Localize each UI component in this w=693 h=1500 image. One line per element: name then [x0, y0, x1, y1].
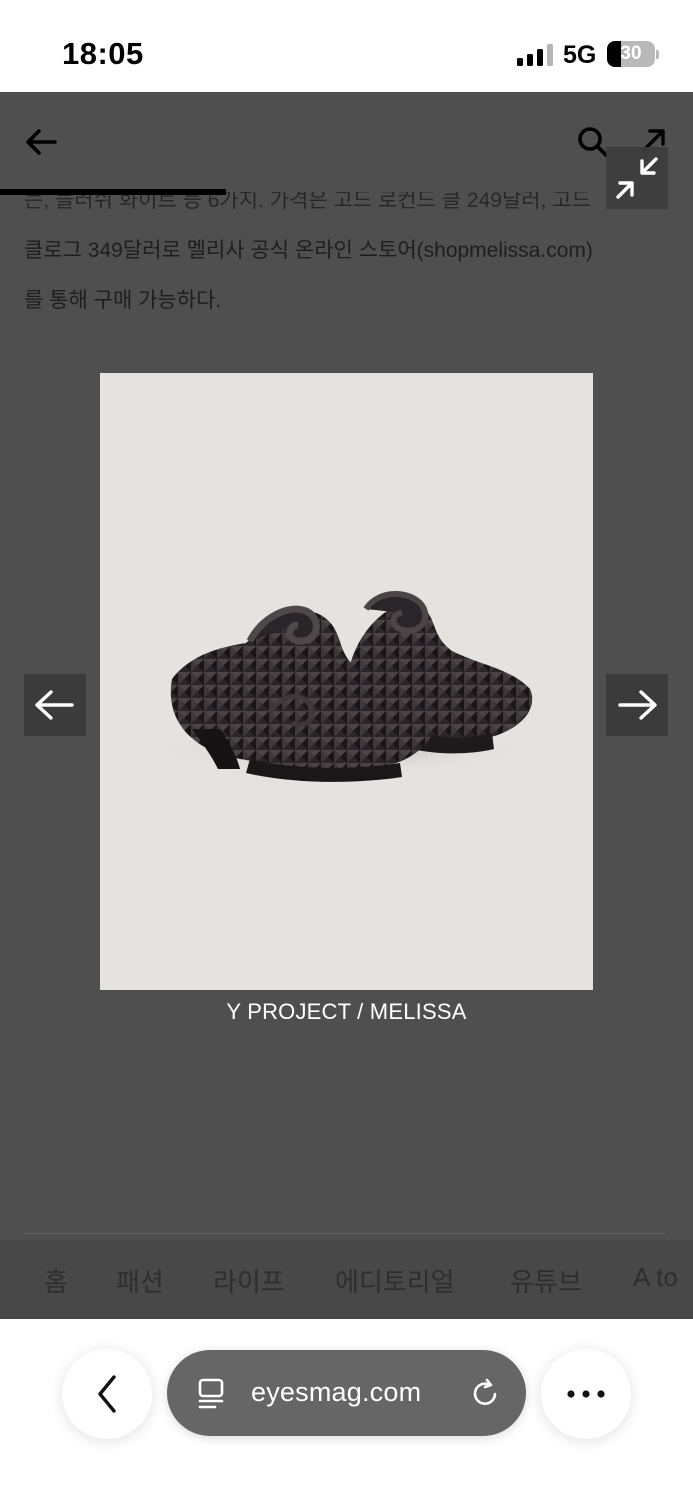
divider: [24, 1233, 666, 1234]
browser-back-button[interactable]: [62, 1349, 152, 1439]
back-arrow-icon[interactable]: [24, 125, 58, 159]
reload-icon[interactable]: [469, 1377, 501, 1409]
article-page-overlay: 는, 블러쉬 화이트 등 6가지. 가격은 고드 로컨드 클 249달러, 고드…: [0, 92, 693, 1319]
page-menu-icon[interactable]: [197, 1377, 227, 1409]
nav-item-a-to-z[interactable]: A to: [633, 1262, 678, 1293]
nav-item-life[interactable]: 라이프: [213, 1262, 285, 1299]
more-dots-icon: [567, 1390, 605, 1398]
site-header: [0, 92, 693, 195]
nav-item-home[interactable]: 홈: [44, 1262, 68, 1299]
nav-item-fashion[interactable]: 패션: [116, 1262, 164, 1299]
arrow-left-icon: [35, 690, 74, 720]
network-type: 5G: [563, 41, 597, 69]
image-caption: Y PROJECT / MELISSA: [226, 999, 467, 1024]
chevron-left-icon: [98, 1375, 116, 1413]
browser-more-button[interactable]: [541, 1349, 631, 1439]
article-body: 는, 블러쉬 화이트 등 6가지. 가격은 고드 로컨드 클 249달러, 고드…: [24, 176, 674, 326]
address-bar[interactable]: eyesmag.com: [167, 1350, 526, 1436]
battery-cap: [656, 50, 659, 59]
nav-item-editorial[interactable]: 에디토리얼: [335, 1262, 455, 1299]
status-bar: 18:05 5G 30: [0, 0, 693, 92]
article-line: 클로그 349달러로 멜리사 공식 온라인 스토어(shopmelissa.co…: [24, 239, 593, 262]
arrow-right-icon: [618, 690, 657, 720]
search-icon[interactable]: [577, 126, 609, 158]
next-image-button[interactable]: [606, 674, 668, 736]
collapse-viewer-button[interactable]: [606, 147, 668, 209]
battery-level: 30: [620, 43, 642, 64]
clog-shoes-illustration: [150, 591, 533, 782]
battery-icon: 30: [607, 41, 655, 67]
product-image[interactable]: [100, 373, 593, 990]
nav-item-youtube[interactable]: 유튜브: [510, 1262, 582, 1299]
browser-toolbar: eyesmag.com: [0, 1319, 693, 1500]
site-category-nav: 홈 패션 라이프 에디토리얼 유튜브 A to: [0, 1240, 693, 1319]
reading-progress-bar: [0, 189, 226, 195]
previous-image-button[interactable]: [24, 674, 86, 736]
article-line: 를 통해 구매 가능하다.: [24, 289, 222, 312]
collapse-icon: [616, 157, 658, 199]
status-time: 18:05: [62, 36, 144, 71]
url-text: eyesmag.com: [251, 1377, 422, 1407]
signal-icon: [517, 44, 553, 66]
